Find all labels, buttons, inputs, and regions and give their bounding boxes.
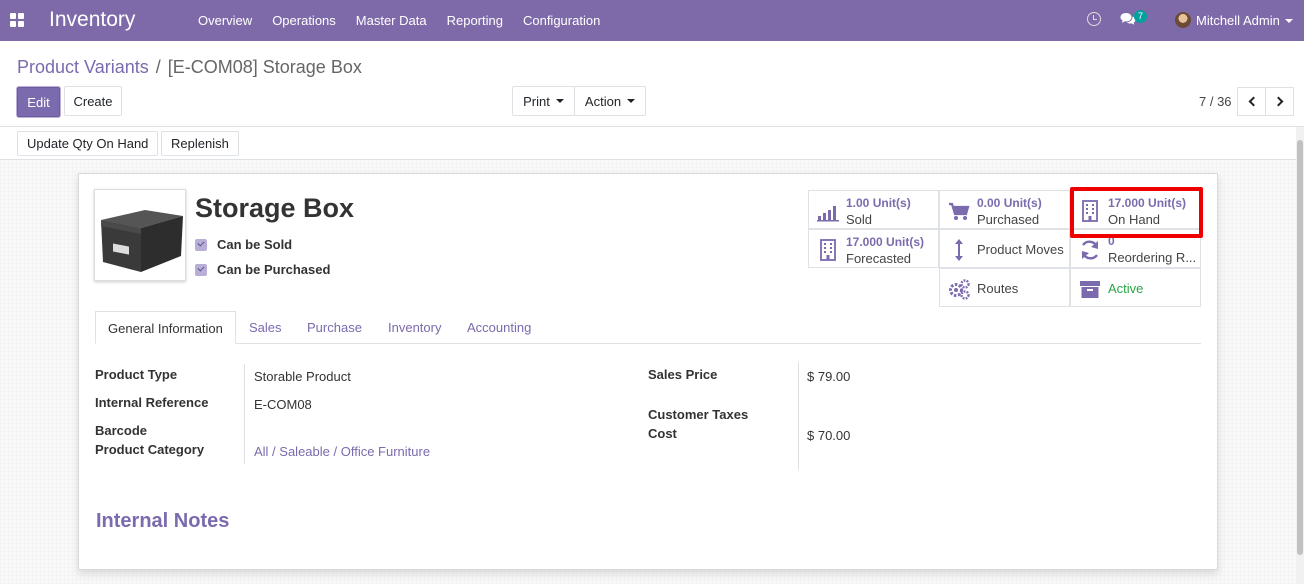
sold-unit: Unit(s) xyxy=(872,196,911,210)
sold-value: 1.00 xyxy=(846,196,870,210)
tab-accounting[interactable]: Accounting xyxy=(455,311,543,344)
internal-notes-title: Internal Notes xyxy=(96,510,230,532)
action-dropdown[interactable]: Action xyxy=(574,86,646,116)
pager-next-button[interactable] xyxy=(1265,87,1294,116)
update-qty-button[interactable]: Update Qty On Hand xyxy=(17,131,159,156)
product-category-label: Product Category xyxy=(95,442,205,457)
cost-field[interactable]: $ 70.00 xyxy=(807,428,850,443)
product-type-field[interactable]: Storable Product xyxy=(254,369,351,384)
chevron-left-icon xyxy=(1248,96,1258,107)
active-label: Active xyxy=(1108,281,1144,296)
can-be-sold-checkbox[interactable] xyxy=(195,238,207,251)
pager-previous-button[interactable] xyxy=(1237,87,1266,116)
left-group-separator xyxy=(244,364,245,464)
right-group-separator xyxy=(798,362,799,470)
can-be-sold-row: Can be Sold xyxy=(195,237,292,252)
building-icon xyxy=(820,239,836,261)
sales-price-field[interactable]: $ 79.00 xyxy=(807,369,850,384)
breadcrumb-separator: / xyxy=(155,57,161,77)
forecasted-label: Forecasted xyxy=(846,251,912,266)
avatar[interactable] xyxy=(1175,12,1191,28)
product-moves-smart-button[interactable]: Product Moves xyxy=(939,229,1070,268)
product-type-label: Product Type xyxy=(95,367,178,382)
storage-box-image xyxy=(101,210,183,272)
product-category-link[interactable]: All / Saleable / Office Furniture xyxy=(254,444,430,459)
archive-icon xyxy=(1080,281,1100,298)
breadcrumb: Product Variants / [E-COM08] Storage Box xyxy=(17,57,362,78)
can-be-purchased-checkbox[interactable] xyxy=(195,263,207,276)
routes-label: Routes xyxy=(977,281,1019,296)
sold-smart-button[interactable]: 1.00 Unit(s) Sold xyxy=(808,190,939,229)
reordering-value: 0 xyxy=(1108,234,1115,248)
activity-clock-icon[interactable] xyxy=(1087,12,1101,26)
product-name[interactable]: Storage Box xyxy=(195,193,354,224)
on-hand-smart-button[interactable]: 17.000 Unit(s) On Hand xyxy=(1070,190,1201,229)
top-navbar: Inventory Overview Operations Master Dat… xyxy=(0,0,1304,41)
on-hand-label: On Hand xyxy=(1108,212,1161,227)
scrollbar-thumb[interactable] xyxy=(1297,140,1303,555)
reordering-label: Reordering R... xyxy=(1108,250,1197,265)
can-be-sold-label: Can be Sold xyxy=(217,237,293,252)
sales-price-label: Sales Price xyxy=(648,367,718,382)
barcode-label: Barcode xyxy=(95,423,148,438)
main-menu: Overview Operations Master Data Reportin… xyxy=(188,0,610,41)
menu-operations[interactable]: Operations xyxy=(262,0,346,41)
bar-chart-icon xyxy=(817,206,839,222)
forecasted-value: 17.000 xyxy=(846,235,883,249)
reordering-rules-smart-button[interactable]: 0 Reordering R... xyxy=(1070,229,1201,268)
on-hand-value: 17.000 xyxy=(1108,196,1145,210)
tab-general-information[interactable]: General Information xyxy=(95,311,236,344)
menu-reporting[interactable]: Reporting xyxy=(437,0,513,41)
menu-master-data[interactable]: Master Data xyxy=(346,0,437,41)
edit-button[interactable]: Edit xyxy=(17,87,60,117)
pager-value[interactable]: 7 / 36 xyxy=(1199,94,1232,109)
action-caret-icon xyxy=(627,99,636,103)
app-name[interactable]: Inventory xyxy=(49,8,135,32)
purchased-value: 0.00 xyxy=(977,196,1001,210)
forecasted-unit: Unit(s) xyxy=(886,235,925,249)
cart-icon xyxy=(949,202,970,220)
cost-label: Cost xyxy=(648,426,677,441)
product-moves-label: Product Moves xyxy=(977,242,1064,257)
on-hand-unit: Unit(s) xyxy=(1148,196,1187,210)
customer-taxes-label: Customer Taxes xyxy=(648,407,749,422)
cogs-icon xyxy=(949,279,970,300)
product-image[interactable] xyxy=(94,189,186,281)
sold-label: Sold xyxy=(846,212,873,227)
purchased-smart-button[interactable]: 0.00 Unit(s) Purchased xyxy=(939,190,1070,229)
internal-reference-label: Internal Reference xyxy=(95,395,209,410)
tab-purchase[interactable]: Purchase xyxy=(295,311,374,344)
control-panel-divider xyxy=(0,126,1304,127)
replenish-button[interactable]: Replenish xyxy=(161,131,239,156)
arrows-vertical-icon xyxy=(955,239,963,261)
user-menu-caret-icon[interactable] xyxy=(1285,19,1293,23)
menu-overview[interactable]: Overview xyxy=(188,0,262,41)
tab-inventory[interactable]: Inventory xyxy=(376,311,453,344)
refresh-icon xyxy=(1081,240,1099,260)
breadcrumb-current: [E-COM08] Storage Box xyxy=(167,57,362,77)
internal-reference-field[interactable]: E-COM08 xyxy=(254,397,312,412)
print-dropdown[interactable]: Print xyxy=(512,86,575,116)
can-be-purchased-row: Can be Purchased xyxy=(195,262,330,277)
chat-badge: 7 xyxy=(1134,10,1147,23)
building-icon xyxy=(1082,200,1098,222)
print-caret-icon xyxy=(555,99,564,103)
tab-sales[interactable]: Sales xyxy=(237,311,294,344)
apps-menu-icon[interactable] xyxy=(10,13,24,27)
notebook-tabs: General Information Sales Purchase Inven… xyxy=(95,311,1201,344)
user-name[interactable]: Mitchell Admin xyxy=(1196,13,1280,28)
action-label: Action xyxy=(584,93,622,109)
purchased-unit: Unit(s) xyxy=(1003,196,1042,210)
print-label: Print xyxy=(523,93,550,109)
can-be-purchased-label: Can be Purchased xyxy=(217,262,331,277)
forecasted-smart-button[interactable]: 17.000 Unit(s) Forecasted xyxy=(808,229,939,268)
active-toggle-smart-button[interactable]: Active xyxy=(1070,268,1201,307)
purchased-label: Purchased xyxy=(977,212,1040,227)
menu-configuration[interactable]: Configuration xyxy=(513,0,610,41)
create-button[interactable]: Create xyxy=(64,86,122,116)
routes-smart-button[interactable]: Routes xyxy=(939,268,1070,307)
breadcrumb-parent[interactable]: Product Variants xyxy=(17,57,149,78)
chevron-right-icon xyxy=(1273,96,1283,107)
